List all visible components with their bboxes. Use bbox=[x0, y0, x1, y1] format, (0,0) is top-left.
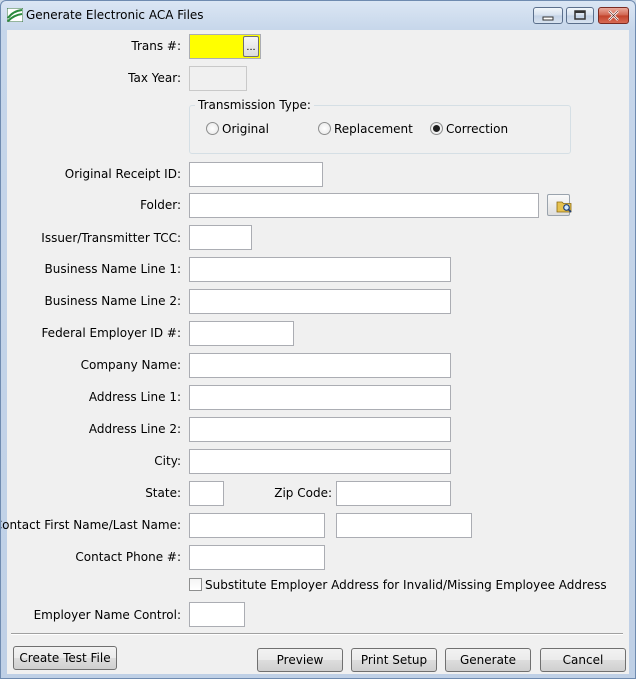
close-button[interactable] bbox=[598, 7, 629, 24]
close-icon bbox=[608, 10, 619, 21]
original-receipt-id-input[interactable] bbox=[189, 162, 323, 187]
address-line1-label: Address Line 1: bbox=[88, 390, 181, 404]
minimize-icon bbox=[542, 16, 554, 21]
radio-correction[interactable] bbox=[430, 122, 443, 135]
transmission-type-legend: Transmission Type: bbox=[195, 98, 314, 112]
employer-name-control-label: Employer Name Control: bbox=[33, 608, 181, 622]
dialog-body: Trans #: ... Tax Year: Transmission Type… bbox=[1, 30, 629, 674]
preview-button[interactable]: Preview bbox=[257, 648, 343, 672]
zip-code-label: Zip Code: bbox=[274, 486, 332, 500]
issuer-tcc-label: Issuer/Transmitter TCC: bbox=[41, 231, 181, 245]
radio-original[interactable] bbox=[206, 122, 219, 135]
contact-phone-input[interactable] bbox=[189, 545, 325, 570]
trans-label: Trans #: bbox=[131, 39, 181, 53]
business-name-line1-input[interactable] bbox=[189, 257, 451, 282]
app-icon bbox=[6, 7, 24, 23]
issuer-tcc-input[interactable] bbox=[189, 225, 252, 250]
minimize-button[interactable] bbox=[533, 7, 563, 24]
tax-year-label: Tax Year: bbox=[128, 71, 181, 85]
radio-replacement-label[interactable]: Replacement bbox=[334, 122, 413, 136]
tax-year-input bbox=[189, 66, 247, 91]
generate-button[interactable]: Generate bbox=[445, 648, 531, 672]
contact-first-name-input[interactable] bbox=[189, 513, 325, 538]
address-line2-input[interactable] bbox=[189, 417, 451, 442]
folder-label: Folder: bbox=[140, 198, 181, 212]
original-receipt-id-label: Original Receipt ID: bbox=[64, 167, 181, 181]
folder-search-icon bbox=[556, 201, 572, 213]
footer-separator bbox=[11, 633, 623, 635]
contact-phone-label: Contact Phone #: bbox=[75, 550, 181, 564]
federal-employer-id-input[interactable] bbox=[189, 321, 294, 346]
address-line2-label: Address Line 2: bbox=[88, 422, 181, 436]
business-name-line2-input[interactable] bbox=[189, 289, 451, 314]
substitute-address-label[interactable]: Substitute Employer Address for Invalid/… bbox=[205, 578, 607, 592]
zip-code-input[interactable] bbox=[336, 481, 451, 506]
city-input[interactable] bbox=[189, 449, 451, 474]
folder-input[interactable] bbox=[189, 193, 539, 218]
create-test-file-button[interactable]: Create Test File bbox=[13, 646, 117, 670]
company-name-label: Company Name: bbox=[80, 358, 181, 372]
maximize-icon bbox=[574, 10, 586, 20]
radio-replacement[interactable] bbox=[318, 122, 331, 135]
federal-employer-id-label: Federal Employer ID #: bbox=[41, 326, 181, 340]
window-title: Generate Electronic ACA Files bbox=[26, 8, 204, 22]
business-name-line2-label: Business Name Line 2: bbox=[44, 294, 181, 308]
employer-name-control-input[interactable] bbox=[189, 602, 245, 627]
radio-correction-label[interactable]: Correction bbox=[446, 122, 508, 136]
business-name-line1-label: Business Name Line 1: bbox=[44, 262, 181, 276]
folder-browse-button[interactable] bbox=[547, 194, 572, 216]
state-input[interactable] bbox=[189, 481, 224, 506]
main-window: Generate Electronic ACA Files Trans #: .… bbox=[0, 0, 636, 679]
print-setup-button[interactable]: Print Setup bbox=[351, 648, 437, 672]
maximize-button[interactable] bbox=[566, 7, 594, 24]
substitute-address-checkbox[interactable] bbox=[189, 578, 202, 591]
title-bar: Generate Electronic ACA Files bbox=[1, 1, 635, 29]
address-line1-input[interactable] bbox=[189, 385, 451, 410]
city-label: City: bbox=[154, 454, 181, 468]
contact-name-label: Contact First Name/Last Name: bbox=[0, 518, 181, 532]
radio-original-label[interactable]: Original bbox=[222, 122, 269, 136]
state-label: State: bbox=[145, 486, 181, 500]
cancel-button[interactable]: Cancel bbox=[540, 648, 626, 672]
contact-last-name-input[interactable] bbox=[336, 513, 472, 538]
trans-lookup-button[interactable]: ... bbox=[243, 36, 259, 57]
company-name-input[interactable] bbox=[189, 353, 451, 378]
